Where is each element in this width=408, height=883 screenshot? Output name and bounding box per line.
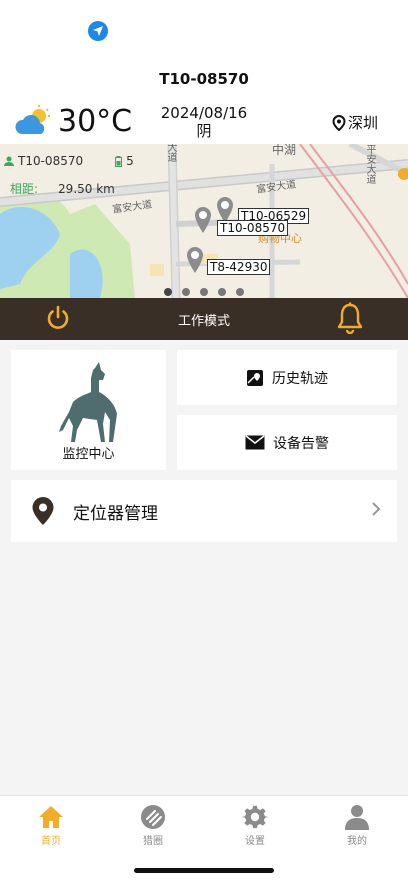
map-marker-icon[interactable] bbox=[194, 206, 212, 234]
work-mode-bar: 工作模式 bbox=[0, 298, 408, 340]
battery-level: 5 bbox=[126, 154, 134, 168]
carousel-dots bbox=[0, 288, 408, 296]
header: T10-08570 30°C 2024/08/16 阴 深圳 bbox=[0, 60, 408, 144]
bell-icon bbox=[337, 302, 363, 335]
tab-label: 我的 bbox=[347, 836, 367, 847]
person-icon bbox=[4, 156, 14, 166]
envelope-icon bbox=[245, 435, 265, 450]
device-alarm-button[interactable]: 设备告警 bbox=[177, 415, 397, 470]
date-text: 2024/08/16 bbox=[160, 104, 248, 122]
tab-hunt-circle[interactable]: 猎圈 bbox=[123, 802, 183, 847]
carousel-dot[interactable] bbox=[236, 288, 244, 296]
device-alarm-label: 设备告警 bbox=[273, 435, 329, 452]
tab-label: 猎圈 bbox=[143, 836, 163, 847]
monitor-center-card[interactable]: 监控中心 bbox=[11, 350, 166, 470]
tab-label: 设置 bbox=[245, 836, 265, 847]
gear-icon bbox=[242, 805, 268, 829]
battery-icon bbox=[115, 155, 123, 167]
circle-slash-icon bbox=[141, 805, 165, 829]
history-track-button[interactable]: 历史轨迹 bbox=[177, 350, 397, 405]
locator-manager-row[interactable]: 定位器管理 bbox=[11, 480, 397, 542]
map-pin-icon bbox=[332, 114, 346, 131]
dog-icon bbox=[59, 362, 117, 442]
tab-label: 首页 bbox=[41, 836, 61, 847]
tab-profile[interactable]: 我的 bbox=[327, 802, 387, 847]
chevron-right-icon bbox=[372, 502, 381, 516]
distance-label: 相距: bbox=[10, 182, 39, 196]
carousel-dot[interactable] bbox=[200, 288, 208, 296]
marker-label[interactable]: T10-08570 bbox=[217, 220, 289, 236]
map-view[interactable]: T10-08570 5 相距: 29.50 km 大道 富安大道 富安大道 中湖… bbox=[0, 144, 408, 298]
temperature: 30°C bbox=[58, 104, 133, 139]
road-label: 大道 bbox=[165, 144, 176, 162]
distance-row: 相距: 29.50 km bbox=[10, 180, 115, 197]
status-bar bbox=[0, 0, 408, 60]
carousel-dot[interactable] bbox=[182, 288, 190, 296]
marker-label[interactable]: T8-42930 bbox=[207, 259, 271, 275]
carousel-dot[interactable] bbox=[164, 288, 172, 296]
monitor-center-label: 监控中心 bbox=[62, 447, 115, 462]
device-info-row: T10-08570 5 bbox=[4, 154, 134, 168]
weather-text: 阴 bbox=[196, 122, 212, 140]
home-icon bbox=[39, 806, 63, 828]
distance-value: 29.50 km bbox=[58, 181, 115, 196]
city-name: 深圳 bbox=[347, 114, 378, 132]
location-pin-icon bbox=[32, 497, 54, 525]
history-track-label: 历史轨迹 bbox=[272, 370, 328, 387]
user-icon bbox=[345, 805, 369, 830]
location-arrow-icon bbox=[88, 21, 108, 41]
map-marker-icon[interactable] bbox=[186, 246, 204, 274]
city-selector[interactable]: 深圳 bbox=[332, 112, 378, 133]
tab-home[interactable]: 首页 bbox=[21, 802, 81, 847]
tab-settings[interactable]: 设置 bbox=[225, 802, 285, 847]
overlay-device-id: T10-08570 bbox=[18, 154, 84, 168]
home-indicator bbox=[134, 868, 274, 873]
date-weather: 2024/08/16 阴 bbox=[140, 104, 268, 140]
alarm-bell-button[interactable] bbox=[336, 302, 364, 335]
device-title: T10-08570 bbox=[159, 70, 249, 88]
road-label: 平安大道 bbox=[364, 144, 375, 184]
locator-manager-title: 定位器管理 bbox=[73, 503, 158, 524]
carousel-dot[interactable] bbox=[218, 288, 226, 296]
map-track-icon bbox=[247, 369, 263, 386]
cloudy-weather-icon bbox=[14, 104, 54, 142]
road-label: 中湖 bbox=[272, 144, 297, 157]
